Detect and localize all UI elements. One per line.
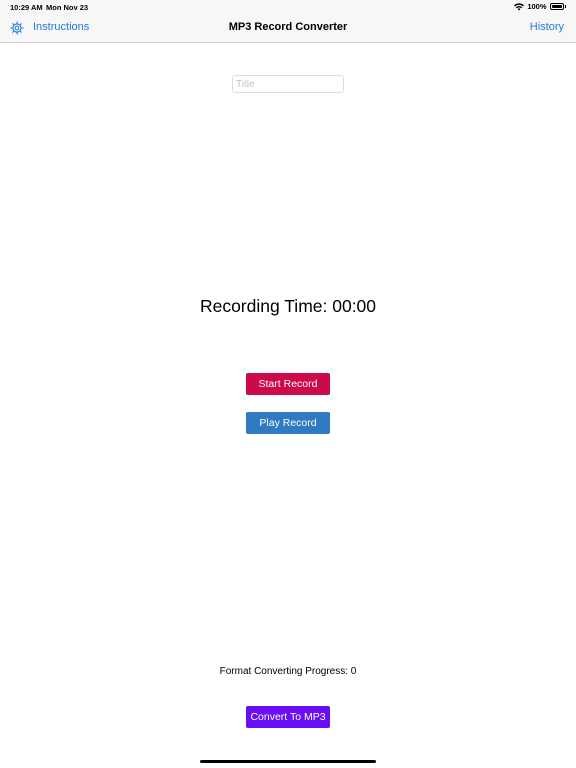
status-indicators: 100% — [514, 2, 566, 11]
convert-to-mp3-button[interactable]: Convert To MP3 — [246, 706, 330, 728]
start-record-button[interactable]: Start Record — [246, 373, 330, 395]
home-indicator[interactable] — [200, 760, 376, 763]
play-record-button[interactable]: Play Record — [246, 412, 330, 434]
battery-tip — [564, 5, 566, 8]
battery-percent: 100% — [527, 2, 547, 11]
wifi-icon — [514, 2, 525, 10]
status-date: Mon Nov 23 — [46, 3, 89, 12]
navigation-bar: Instructions MP3 Record Converter Histor… — [0, 14, 576, 43]
page-title: MP3 Record Converter — [228, 21, 348, 33]
battery-icon — [549, 3, 564, 10]
title-input[interactable] — [232, 75, 344, 93]
converting-progress-label: Format Converting Progress: 0 — [219, 666, 357, 677]
recording-time-label: Recording Time: 00:00 — [199, 296, 377, 316]
status-time: 10:29 AM — [10, 3, 43, 12]
history-link[interactable]: History — [530, 21, 564, 33]
status-bar: 10:29 AM Mon Nov 23 100% — [0, 0, 576, 14]
